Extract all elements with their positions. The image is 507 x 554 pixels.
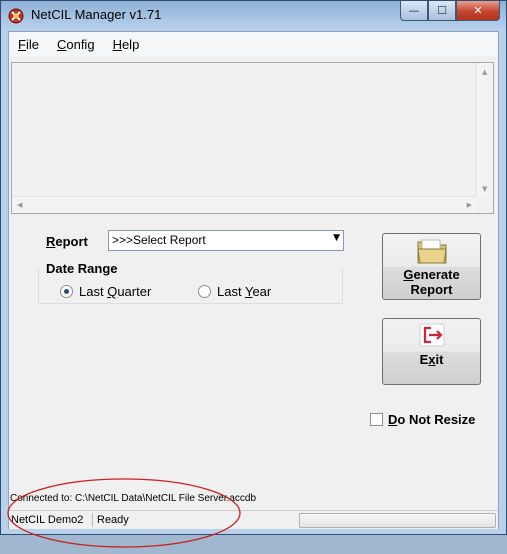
radio-last-year[interactable]: Last Year bbox=[198, 284, 271, 299]
do-not-resize-text: o Not Resize bbox=[397, 412, 476, 427]
menu-config[interactable]: Config bbox=[48, 37, 104, 52]
report-select-value: >>>Select Report bbox=[112, 233, 206, 247]
generate-report-button[interactable]: Generate Report bbox=[382, 233, 481, 300]
radio-last-year-post: ear bbox=[252, 284, 272, 299]
status-progress-bar bbox=[299, 513, 496, 528]
radio-last-quarter-pre: Last bbox=[79, 284, 108, 299]
radio-last-quarter-post: uarter bbox=[117, 284, 152, 299]
window-title: NetCIL Manager v1.71 bbox=[31, 7, 162, 22]
menu-config-label: onfig bbox=[66, 36, 95, 52]
menu-config-accel: C bbox=[56, 36, 67, 52]
maximize-button[interactable]: ☐ bbox=[428, 1, 456, 21]
radio-unchecked-icon[interactable] bbox=[198, 285, 211, 298]
annotation-ellipse bbox=[7, 478, 241, 548]
scroll-up-icon[interactable]: ▲ bbox=[482, 68, 487, 76]
exit-button[interactable]: Exit bbox=[382, 318, 481, 385]
do-not-resize-checkbox[interactable]: Do Not Resize bbox=[370, 412, 475, 427]
scroll-right-icon[interactable]: ▶ bbox=[467, 201, 472, 209]
radio-last-quarter-label: Last Quarter bbox=[79, 284, 151, 299]
menu-file-label: ile bbox=[25, 36, 39, 52]
generate-accel: G bbox=[403, 267, 414, 282]
radio-checked-icon[interactable] bbox=[60, 285, 73, 298]
caption-buttons: — ☐ ✕ bbox=[400, 1, 500, 21]
scroll-left-icon[interactable]: ◀ bbox=[17, 201, 22, 209]
exit-icon bbox=[419, 323, 444, 347]
minimize-button[interactable]: — bbox=[400, 1, 428, 21]
scroll-down-icon[interactable]: ▼ bbox=[482, 185, 487, 193]
main-window: NetCIL Manager v1.71 — ☐ ✕ File Config H… bbox=[0, 0, 507, 548]
radio-last-quarter[interactable]: Last Quarter bbox=[60, 284, 151, 299]
log-textbox[interactable]: ▲ ▼ ◀ ▶ bbox=[11, 62, 494, 214]
generate-label: enerate bbox=[413, 267, 460, 282]
menu-help-accel: H bbox=[112, 36, 122, 52]
report-label-accel: R bbox=[46, 234, 56, 249]
exit-label-post: it bbox=[435, 352, 444, 367]
menu-file-accel: F bbox=[18, 36, 26, 52]
do-not-resize-label: Do Not Resize bbox=[388, 412, 475, 427]
date-range-title: Date Range bbox=[46, 261, 121, 276]
folder-icon bbox=[416, 239, 447, 264]
chevron-down-icon[interactable]: ▼ bbox=[333, 233, 340, 243]
vertical-scrollbar[interactable]: ▲ ▼ bbox=[476, 63, 493, 198]
app-icon bbox=[8, 8, 24, 24]
radio-last-quarter-accel: Q bbox=[107, 284, 118, 299]
checkbox-unchecked-icon[interactable] bbox=[370, 413, 383, 426]
menu-bar: File Config Help bbox=[9, 32, 498, 56]
horizontal-scrollbar[interactable]: ◀ ▶ bbox=[12, 196, 477, 213]
generate-report-text: Generate Report bbox=[383, 267, 480, 297]
menu-file[interactable]: File bbox=[9, 37, 48, 52]
do-not-resize-accel: D bbox=[388, 412, 398, 427]
generate-label-line2: Report bbox=[410, 282, 453, 297]
client-area: File Config Help ▲ ▼ ◀ ▶ Report >>>Selec… bbox=[7, 31, 499, 548]
exit-text: Exit bbox=[383, 352, 480, 367]
exit-label-pre: E bbox=[419, 352, 429, 367]
radio-last-year-pre: Last bbox=[217, 284, 245, 299]
report-label-text: eport bbox=[55, 234, 88, 249]
report-label: Report bbox=[46, 234, 88, 249]
title-bar[interactable]: NetCIL Manager v1.71 — ☐ ✕ bbox=[1, 1, 506, 31]
report-select[interactable]: >>>Select Report ▼ bbox=[108, 230, 344, 251]
close-button[interactable]: ✕ bbox=[456, 1, 500, 21]
menu-help-label: elp bbox=[121, 36, 140, 52]
radio-last-year-label: Last Year bbox=[217, 284, 271, 299]
menu-help[interactable]: Help bbox=[104, 37, 149, 52]
